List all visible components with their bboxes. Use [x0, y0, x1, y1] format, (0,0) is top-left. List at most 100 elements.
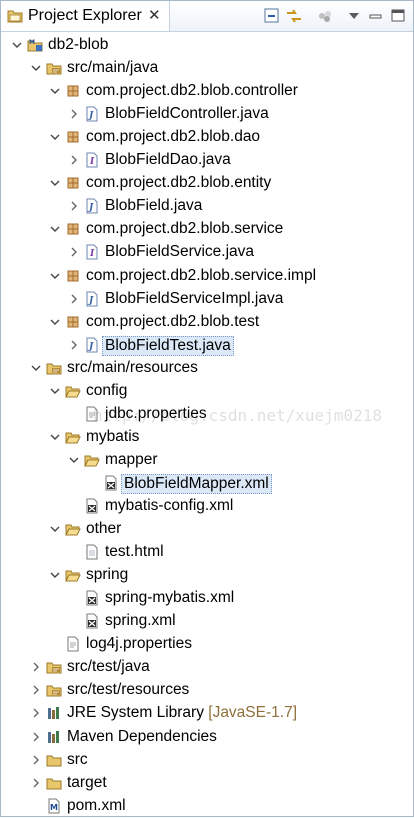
html-file-icon — [86, 544, 98, 560]
java-file-icon: J — [86, 291, 98, 307]
tree-item[interactable]: test.html — [1, 541, 413, 564]
java-file-icon: J — [86, 337, 98, 353]
chevron-down-icon[interactable] — [48, 430, 62, 444]
link-with-editor-icon[interactable] — [285, 7, 303, 25]
svg-text:J: J — [87, 296, 94, 306]
chevron-down-icon[interactable] — [48, 222, 62, 236]
tab-project-explorer[interactable]: Project Explorer ✕ — [1, 1, 170, 31]
package-icon — [67, 270, 79, 281]
tree-item[interactable]: src — [1, 749, 413, 772]
tree-item[interactable]: com.project.db2.blob.entity — [1, 172, 413, 195]
folder-closed-icon — [46, 755, 62, 767]
chevron-down-icon[interactable] — [48, 176, 62, 190]
tree-item[interactable]: com.project.db2.blob.controller — [1, 80, 413, 103]
folder-open-icon — [84, 455, 100, 467]
chevron-right-icon[interactable] — [29, 706, 43, 720]
minimize-icon[interactable] — [367, 7, 385, 25]
tree-item[interactable]: Mdb2-blob — [1, 34, 413, 57]
chevron-down-icon[interactable] — [48, 84, 62, 98]
tree-item[interactable]: spring-mybatis.xml — [1, 587, 413, 610]
tree-item[interactable]: spring.xml — [1, 610, 413, 633]
tree-item[interactable]: com.project.db2.blob.dao — [1, 126, 413, 149]
tree-item[interactable]: com.project.db2.blob.service.impl — [1, 265, 413, 288]
tree-item-label: config — [86, 381, 128, 399]
tree-item[interactable]: log4j.properties — [1, 633, 413, 656]
chevron-down-icon[interactable] — [29, 361, 43, 375]
chevron-right-icon[interactable] — [67, 199, 81, 213]
chevron-down-icon[interactable] — [48, 522, 62, 536]
chevron-down-icon[interactable] — [10, 38, 24, 52]
tree-item[interactable]: mybatis-config.xml — [1, 495, 413, 518]
view-menu-icon[interactable] — [345, 7, 363, 25]
tree-item-label: spring.xml — [105, 612, 176, 630]
tree-item[interactable]: com.project.db2.blob.test — [1, 311, 413, 334]
tree-item[interactable]: BlobFieldMapper.xml — [1, 472, 413, 495]
tree-item-label: JRE System Library [JavaSE-1.7] — [67, 704, 297, 722]
chevron-down-icon[interactable] — [48, 568, 62, 582]
tree-item[interactable]: mybatis — [1, 426, 413, 449]
tree-item[interactable]: jdbc.properties — [1, 403, 413, 426]
tree-item[interactable]: target — [1, 772, 413, 795]
maven-project-icon: M — [27, 39, 43, 52]
chevron-right-icon[interactable] — [29, 660, 43, 674]
tree-item[interactable]: J BlobField.java — [1, 195, 413, 218]
java-interface-icon: I — [86, 152, 98, 168]
tree-item[interactable]: mapper — [1, 449, 413, 472]
chevron-right-icon[interactable] — [29, 730, 43, 744]
tree-item[interactable]: spring — [1, 564, 413, 587]
tree-item[interactable]: src/main/java — [1, 57, 413, 80]
chevron-down-icon[interactable] — [48, 130, 62, 144]
folder-open-icon — [65, 524, 81, 536]
tree-item[interactable]: I BlobFieldDao.java — [1, 149, 413, 172]
view-menu-dots-icon[interactable] — [316, 7, 334, 25]
tree-item[interactable]: Mpom.xml — [1, 795, 413, 818]
close-icon[interactable]: ✕ — [148, 6, 161, 24]
chevron-right-icon[interactable] — [67, 338, 81, 352]
java-file-icon: J — [86, 198, 98, 214]
source-folder-icon — [46, 363, 62, 375]
chevron-right-icon[interactable] — [29, 776, 43, 790]
tree-item[interactable]: J BlobFieldTest.java — [1, 334, 413, 357]
tree-item-label: target — [67, 773, 107, 791]
tree-item-label: com.project.db2.blob.service.impl — [86, 266, 317, 284]
tree-item-label: pom.xml — [67, 796, 126, 814]
chevron-right-icon[interactable] — [67, 153, 81, 167]
tree-item-label: com.project.db2.blob.dao — [86, 128, 261, 146]
tree-item[interactable]: Maven Dependencies — [1, 726, 413, 749]
chevron-down-icon[interactable] — [48, 315, 62, 329]
tree-item-label: jdbc.properties — [105, 404, 207, 422]
source-folder-icon — [46, 662, 62, 674]
chevron-right-icon[interactable] — [67, 107, 81, 121]
svg-text:M: M — [29, 39, 35, 46]
tree-item[interactable]: config — [1, 380, 413, 403]
tree-item-label: BlobField.java — [105, 197, 203, 215]
chevron-down-icon[interactable] — [48, 269, 62, 283]
tree-item-label: src/main/java — [67, 59, 159, 77]
library-icon — [48, 730, 59, 743]
svg-text:I: I — [89, 157, 95, 167]
package-icon — [67, 316, 79, 328]
chevron-right-icon[interactable] — [67, 245, 81, 259]
tree-item[interactable]: JRE System Library [JavaSE-1.7] — [1, 702, 413, 725]
tree-item[interactable]: src/test/resources — [1, 679, 413, 702]
chevron-right-icon[interactable] — [67, 292, 81, 306]
tree-item[interactable]: J BlobFieldController.java — [1, 103, 413, 126]
svg-text:M: M — [50, 803, 58, 812]
chevron-down-icon[interactable] — [29, 61, 43, 75]
tree-item[interactable]: src/main/resources — [1, 357, 413, 380]
collapse-all-icon[interactable] — [263, 7, 281, 25]
tree-item[interactable]: com.project.db2.blob.service — [1, 218, 413, 241]
tree-item[interactable]: src/test/java — [1, 656, 413, 679]
tree-item-label: com.project.db2.blob.service — [86, 220, 284, 238]
tree-item[interactable]: other — [1, 518, 413, 541]
chevron-right-icon[interactable] — [29, 683, 43, 697]
library-icon — [48, 707, 59, 720]
maximize-icon[interactable] — [389, 7, 407, 25]
tree-item[interactable]: I BlobFieldService.java — [1, 241, 413, 264]
chevron-down-icon[interactable] — [48, 384, 62, 398]
tree-item[interactable]: J BlobFieldServiceImpl.java — [1, 288, 413, 311]
chevron-down-icon[interactable] — [67, 453, 81, 467]
source-folder-icon — [46, 685, 62, 697]
chevron-right-icon[interactable] — [29, 753, 43, 767]
tree-item-label: src/test/java — [67, 658, 150, 676]
